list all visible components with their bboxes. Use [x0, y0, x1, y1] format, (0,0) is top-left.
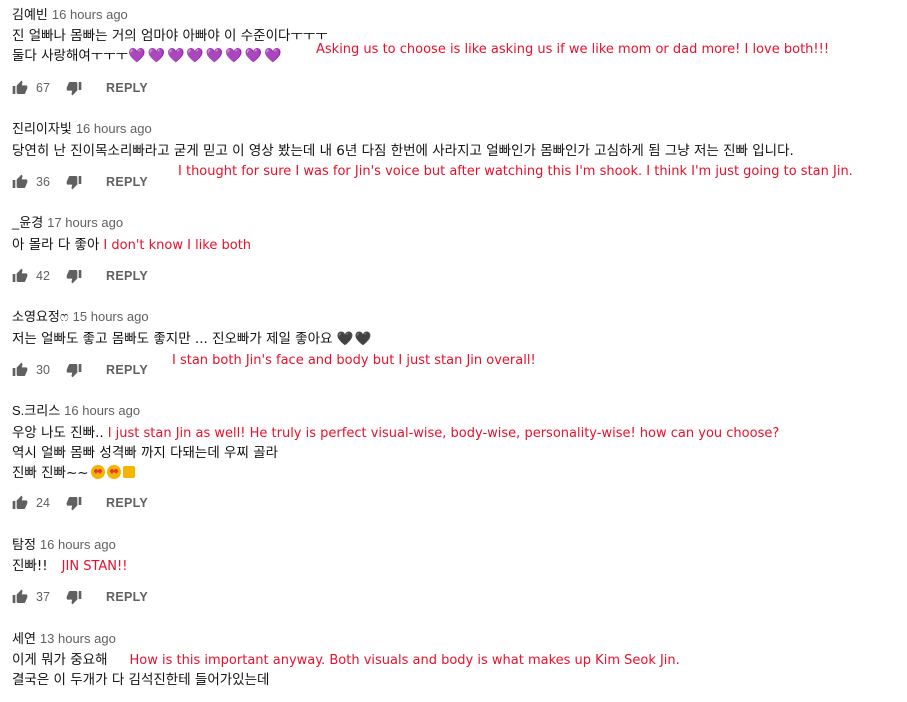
comment-text-line: 둘다 사랑해여ㅜㅜㅜ💜💜💜💜💜💜💜💜: [12, 47, 284, 65]
comment-text-line: 결국은 이 두개가 다 김석진한테 들어가있는데: [12, 672, 270, 688]
translation-text: JIN STAN!!: [61, 559, 128, 574]
comment: S.크리스 16 hours ago 우앙 나도 진빠.. I just stan …: [12, 403, 907, 515]
thumbs-down-icon[interactable]: [66, 80, 82, 96]
comment-author[interactable]: 진리이자빛: [12, 121, 72, 136]
thumbs-up-icon[interactable]: [12, 174, 28, 190]
thumbs-down-icon[interactable]: [66, 495, 82, 511]
action-bar: 37 REPLY: [12, 587, 148, 607]
comment: 세연 13 hours ago 이게 뭐가 중요해 How is this impo…: [12, 631, 907, 702]
translation-text: I thought for sure I was for Jin's voice…: [178, 164, 853, 179]
action-bar: 30 REPLY: [12, 360, 148, 380]
reply-button[interactable]: REPLY: [106, 269, 148, 283]
comment-meta: 김예빈 16 hours ago: [12, 7, 128, 23]
comment-author[interactable]: 세연: [12, 631, 36, 646]
comment-text: 진빠!!: [12, 558, 48, 574]
black-hearts-emoji: 🖤🖤: [336, 331, 373, 347]
comment-text-line: 진빠 진빠~~: [12, 464, 135, 482]
reply-button[interactable]: REPLY: [106, 496, 148, 510]
thumbs-up-icon[interactable]: [12, 589, 28, 605]
reply-button[interactable]: REPLY: [106, 590, 148, 604]
translation-text: I stan both Jin's face and body but I ju…: [172, 353, 536, 368]
comment-meta: S.크리스 16 hours ago: [12, 403, 140, 419]
comment-text-line: 저는 얼빠도 좋고 몸빠도 좋지만 ... 진오빠가 제일 좋아요 🖤🖤: [12, 330, 372, 348]
comment-text-line: 진 얼빠나 몸빠는 거의 엄마야 아빠야 이 수준이다ㅜㅜㅜ: [12, 28, 328, 44]
comment-text-line: 당연히 난 진이목소리빠라고 굳게 믿고 이 영상 봤는데 내 6년 다짐 한번…: [12, 143, 794, 159]
like-count: 36: [36, 175, 50, 189]
comment-text: 둘다 사랑해여ㅜㅜㅜ: [12, 48, 129, 64]
comment-author[interactable]: S.크리스: [12, 403, 60, 418]
thumbs-up-icon[interactable]: [12, 495, 28, 511]
heart-eyes-emoji: [106, 465, 121, 479]
comment-author[interactable]: 소영요정ෆ: [12, 309, 69, 324]
comment-time[interactable]: 15 hours ago: [73, 309, 149, 324]
comment-text: 이게 뭐가 중요해: [12, 652, 108, 668]
purple-hearts-emoji: 💜💜💜💜💜💜💜💜: [128, 48, 284, 64]
reply-button[interactable]: REPLY: [106, 175, 148, 189]
thumbs-down-icon[interactable]: [66, 589, 82, 605]
comment-author[interactable]: _윤경: [12, 215, 43, 230]
comment-meta: 소영요정ෆ 15 hours ago: [12, 309, 149, 325]
comment-time[interactable]: 13 hours ago: [40, 631, 116, 646]
comment-time[interactable]: 16 hours ago: [40, 537, 116, 552]
comment-text-line: 이게 뭐가 중요해 How is this important anyway. B…: [12, 651, 680, 669]
like-count: 24: [36, 496, 50, 510]
comment-text: 진빠 진빠~~: [12, 465, 89, 481]
comment-text-line: 역시 얼빠 몸빠 성격빠 까지 다돼는데 우찌 골라: [12, 445, 279, 461]
comment-time[interactable]: 16 hours ago: [76, 121, 152, 136]
comment-text: 저는 얼빠도 좋고 몸빠도 좋지만 ... 진오빠가 제일 좋아요: [12, 331, 333, 347]
translation-text: How is this important anyway. Both visua…: [129, 653, 680, 668]
comment-text-line: 아 몰라 다 좋아 I don't know I like both: [12, 236, 251, 254]
reply-button[interactable]: REPLY: [106, 81, 148, 95]
like-count: 67: [36, 81, 50, 95]
comment-author[interactable]: 탐정: [12, 537, 36, 552]
thumbs-down-icon[interactable]: [66, 174, 82, 190]
reply-button[interactable]: REPLY: [106, 363, 148, 377]
comment: 소영요정ෆ 15 hours ago 저는 얼빠도 좋고 몸빠도 좋지만 ... …: [12, 309, 907, 389]
comment: 탐정 16 hours ago 진빠!! JIN STAN!! 37 REPLY: [12, 537, 907, 609]
like-count: 42: [36, 269, 50, 283]
thumbs-up-icon[interactable]: [12, 362, 28, 378]
translation-text: Asking us to choose is like asking us if…: [316, 42, 830, 57]
comment-meta: 세연 13 hours ago: [12, 631, 116, 647]
comment: 진리이자빛 16 hours ago 당연히 난 진이목소리빠라고 굳게 믿고 이…: [12, 121, 907, 201]
comment-meta: 탐정 16 hours ago: [12, 537, 116, 553]
heart-eyes-emoji: [90, 465, 105, 479]
thumbs-up-icon[interactable]: [12, 268, 28, 284]
comment-meta: 진리이자빛 16 hours ago: [12, 121, 152, 137]
thumbs-up-emoji: [122, 466, 135, 478]
translation-text: I don't know I like both: [103, 238, 252, 253]
action-bar: 36 REPLY: [12, 172, 148, 192]
action-bar: 24 REPLY: [12, 493, 148, 513]
comment-text: 아 몰라 다 좋아: [12, 237, 100, 253]
comment-text: 우앙 나도 진빠..: [12, 425, 104, 441]
comment-time[interactable]: 16 hours ago: [52, 7, 128, 22]
translation-text: I just stan Jin as well! He truly is per…: [107, 426, 780, 441]
comment-time[interactable]: 17 hours ago: [47, 215, 123, 230]
like-count: 30: [36, 363, 50, 377]
comment-time[interactable]: 16 hours ago: [64, 403, 140, 418]
comment-text-line: 우앙 나도 진빠.. I just stan Jin as well! He tr…: [12, 424, 779, 442]
comment: _윤경 17 hours ago 아 몰라 다 좋아 I don't know I …: [12, 215, 907, 295]
action-bar: 67 REPLY: [12, 78, 148, 98]
thumbs-up-icon[interactable]: [12, 80, 28, 96]
comment-text-line: 진빠!! JIN STAN!!: [12, 557, 127, 575]
thumbs-down-icon[interactable]: [66, 362, 82, 378]
thumbs-down-icon[interactable]: [66, 268, 82, 284]
comment-meta: _윤경 17 hours ago: [12, 215, 123, 231]
like-count: 37: [36, 590, 50, 604]
comment: 김예빈 16 hours ago 진 얼빠나 몸빠는 거의 엄마야 아빠야 이 수…: [12, 7, 907, 99]
action-bar: 42 REPLY: [12, 266, 148, 286]
comment-author[interactable]: 김예빈: [12, 7, 48, 22]
